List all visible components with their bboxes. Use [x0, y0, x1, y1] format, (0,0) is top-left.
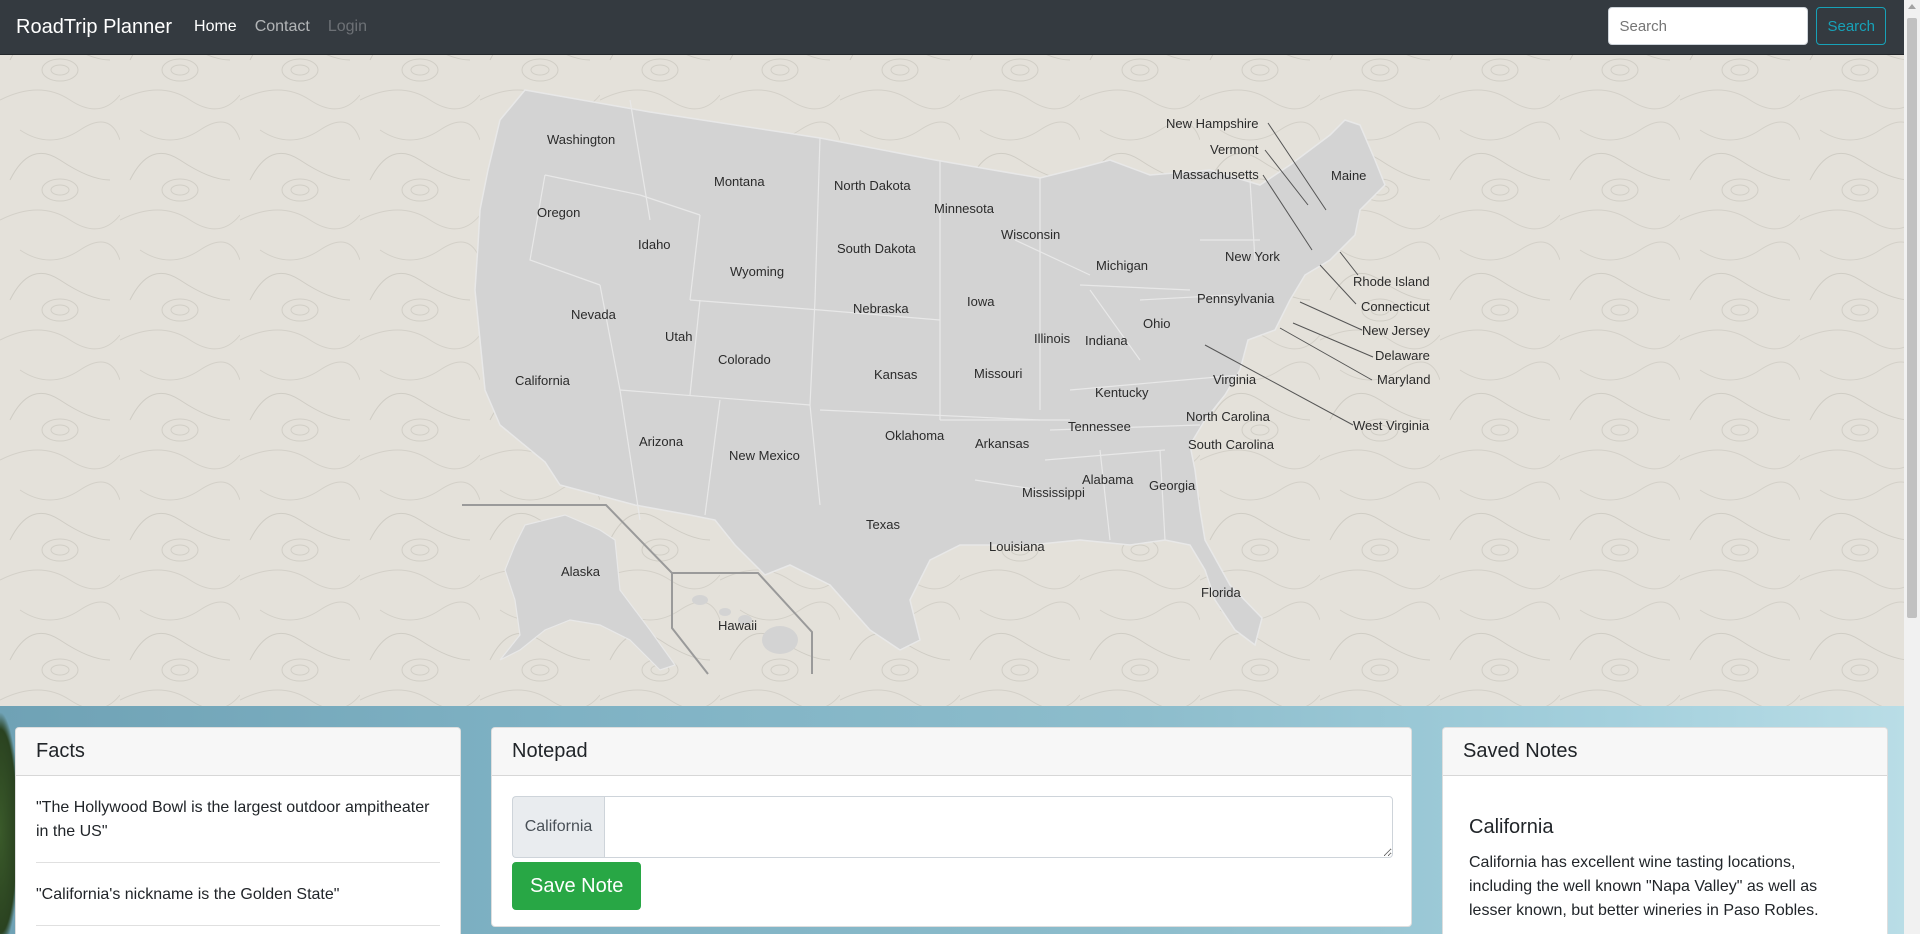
fact-item: "California's nickname is the Golden Sta… — [36, 863, 440, 926]
state-label[interactable]: Oregon — [537, 205, 580, 220]
facts-card: Facts "The Hollywood Bowl is the largest… — [15, 727, 461, 934]
saved-note-title: California — [1469, 816, 1554, 838]
scrollbar-thumb[interactable] — [1907, 18, 1917, 618]
state-label[interactable]: Tennessee — [1068, 419, 1131, 434]
state-label[interactable]: New Hampshire — [1166, 116, 1258, 131]
save-note-button[interactable]: Save Note — [512, 862, 642, 910]
notepad-card: Notepad California Save Note — [491, 727, 1412, 927]
state-label[interactable]: Missouri — [974, 366, 1023, 381]
us-map-svg: Washington Oregon Idaho Montana North Da… — [0, 55, 1904, 706]
scroll-up-arrow-icon[interactable] — [1908, 4, 1916, 9]
state-label[interactable]: Massachusetts — [1172, 167, 1259, 182]
state-label[interactable]: Kentucky — [1095, 385, 1149, 400]
state-label[interactable]: Washington — [547, 132, 615, 147]
page-scrollbar[interactable] — [1904, 0, 1920, 934]
state-label[interactable]: Wyoming — [730, 264, 784, 279]
state-label[interactable]: Georgia — [1149, 478, 1196, 493]
nav-link-contact[interactable]: Contact — [255, 18, 310, 36]
state-label[interactable]: Connecticut — [1361, 299, 1430, 314]
state-label[interactable]: Maryland — [1377, 372, 1430, 387]
state-label[interactable]: Maine — [1331, 168, 1366, 183]
state-label[interactable]: Nevada — [571, 307, 617, 322]
state-label[interactable]: Montana — [714, 174, 765, 189]
state-label[interactable]: Louisiana — [989, 539, 1045, 554]
note-state-label: California — [512, 796, 604, 858]
fact-item: "The Hollywood Bowl is the largest outdo… — [36, 776, 440, 863]
state-label[interactable]: Vermont — [1210, 142, 1259, 157]
state-label[interactable]: West Virginia — [1353, 418, 1430, 433]
state-label[interactable]: Utah — [665, 329, 692, 344]
state-label[interactable]: California — [515, 373, 571, 388]
state-label[interactable]: Rhode Island — [1353, 274, 1430, 289]
saved-note: California California has excellent wine… — [1443, 776, 1887, 923]
state-label[interactable]: Mississippi — [1022, 485, 1085, 500]
state-label[interactable]: Idaho — [638, 237, 671, 252]
state-label[interactable]: Virginia — [1213, 372, 1257, 387]
state-label[interactable]: Nebraska — [853, 301, 909, 316]
state-label[interactable]: Indiana — [1085, 333, 1128, 348]
us-map: Washington Oregon Idaho Montana North Da… — [0, 55, 1904, 706]
facts-header: Facts — [16, 728, 460, 776]
search-input[interactable] — [1608, 7, 1809, 45]
state-label[interactable]: Ohio — [1143, 316, 1170, 331]
state-label[interactable]: North Carolina — [1186, 409, 1271, 424]
nav-link-home[interactable]: Home — [194, 18, 237, 36]
note-textarea[interactable] — [604, 796, 1393, 858]
saved-note-text: California has excellent wine tasting lo… — [1469, 854, 1819, 919]
state-label[interactable]: Colorado — [718, 352, 771, 367]
state-label[interactable]: Delaware — [1375, 348, 1430, 363]
state-label[interactable]: Illinois — [1034, 331, 1071, 346]
notepad-header: Notepad — [492, 728, 1411, 776]
brand-logo[interactable]: RoadTrip Planner — [16, 16, 172, 39]
search-button[interactable]: Search — [1816, 7, 1886, 45]
state-label[interactable]: Wisconsin — [1001, 227, 1060, 242]
state-label[interactable]: North Dakota — [834, 178, 911, 193]
saved-notes-card: Saved Notes California California has ex… — [1442, 727, 1888, 934]
state-label[interactable]: Minnesota — [934, 201, 995, 216]
saved-notes-header: Saved Notes — [1443, 728, 1887, 776]
state-label[interactable]: New Jersey — [1362, 323, 1430, 338]
state-label[interactable]: Oklahoma — [885, 428, 945, 443]
state-label[interactable]: Michigan — [1096, 258, 1148, 273]
state-label[interactable]: South Dakota — [837, 241, 917, 256]
state-label[interactable]: Alabama — [1082, 472, 1134, 487]
state-label[interactable]: New Mexico — [729, 448, 800, 463]
state-label[interactable]: Texas — [866, 517, 900, 532]
state-label[interactable]: New York — [1225, 249, 1280, 264]
state-label[interactable]: Kansas — [874, 367, 918, 382]
state-label[interactable]: Arkansas — [975, 436, 1030, 451]
state-label[interactable]: Alaska — [561, 564, 601, 579]
state-label[interactable]: Iowa — [967, 294, 995, 309]
state-label[interactable]: Arizona — [639, 434, 684, 449]
state-label[interactable]: Hawaii — [718, 618, 757, 633]
note-input-group: California — [512, 796, 1393, 858]
search-form: Search — [1608, 7, 1886, 45]
nav-link-login[interactable]: Login — [328, 18, 367, 36]
state-label[interactable]: South Carolina — [1188, 437, 1275, 452]
state-label[interactable]: Pennsylvania — [1197, 291, 1275, 306]
state-label[interactable]: Florida — [1201, 585, 1242, 600]
navbar: RoadTrip Planner Home Contact Login Sear… — [0, 0, 1904, 55]
